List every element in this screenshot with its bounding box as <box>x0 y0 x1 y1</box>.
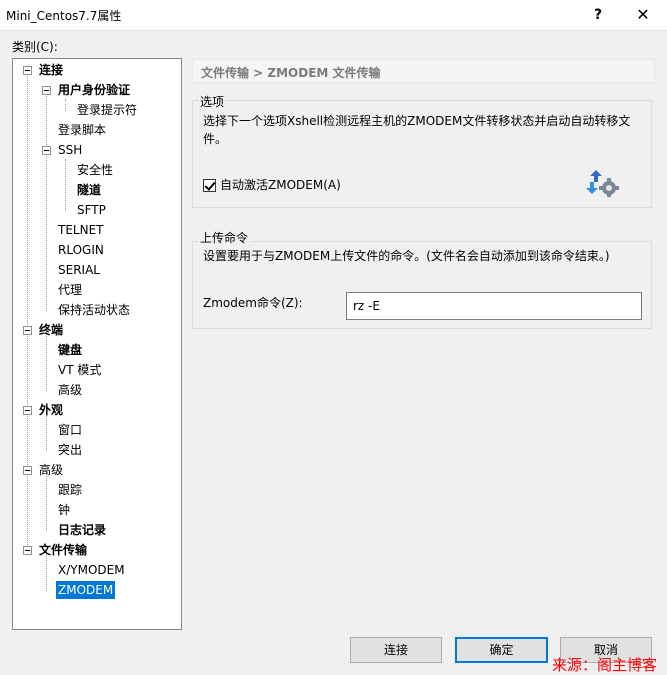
tree-connector <box>65 99 66 111</box>
tree-item-advanced[interactable]: 高级 <box>56 381 84 399</box>
tree-item-auth[interactable]: 用户身份验证 <box>56 81 132 99</box>
tree-connector <box>46 471 47 531</box>
tree-item-serial[interactable]: SERIAL <box>56 261 102 279</box>
tree-item-proxy[interactable]: 代理 <box>56 281 84 299</box>
collapse-icon[interactable] <box>42 86 51 95</box>
tree-item-telnet[interactable]: TELNET <box>56 221 106 239</box>
auto-activate-checkbox[interactable] <box>203 179 216 192</box>
tree-connector <box>65 159 66 211</box>
collapse-icon[interactable] <box>23 546 32 555</box>
tree-connector <box>27 71 28 549</box>
options-description-line1: 选择下一个选项Xshell检测远程主机的ZMODEM文件转移状态并启动自动转移文 <box>203 114 631 128</box>
tree-item-logging[interactable]: 日志记录 <box>56 521 108 539</box>
tree-connector <box>46 331 47 391</box>
category-tree[interactable]: 连接 用户身份验证 登录提示符 登录脚本 SSH 安全性 隧道 SFTP TEL… <box>12 58 182 630</box>
tree-item-login-script[interactable]: 登录脚本 <box>56 121 108 139</box>
close-button[interactable]: ✕ <box>620 0 666 30</box>
zmodem-transfer-icon <box>586 170 619 197</box>
zmodem-command-input[interactable]: rz -E <box>346 292 642 320</box>
collapse-icon[interactable] <box>23 66 32 75</box>
collapse-icon[interactable] <box>42 146 51 155</box>
tree-item-advanced-root[interactable]: 高级 <box>37 461 65 479</box>
options-group-title: 选项 <box>198 93 227 110</box>
page-header: 文件传输 > ZMODEM 文件传输 <box>192 59 655 83</box>
tree-item-login-prompt[interactable]: 登录提示符 <box>75 101 139 119</box>
upload-description: 设置要用于与ZMODEM上传文件的命令。(文件名会自动添加到该命令结束。) <box>203 249 610 263</box>
window-title: Mini_Centos7.7属性 <box>6 9 122 23</box>
tree-item-tunnel[interactable]: 隧道 <box>75 181 103 199</box>
tree-item-vt-mode[interactable]: VT 模式 <box>56 361 103 379</box>
tree-item-security[interactable]: 安全性 <box>75 161 115 179</box>
watermark-text: 来源：阁主博客 <box>552 656 658 674</box>
collapse-icon[interactable] <box>23 466 32 475</box>
tree-connector <box>46 91 47 311</box>
title-bar: Mini_Centos7.7属性 ? ✕ <box>0 0 667 31</box>
connect-button[interactable]: 连接 <box>350 637 442 663</box>
breadcrumb: 文件传输 > ZMODEM 文件传输 <box>201 66 381 80</box>
category-label: 类别(C): <box>12 40 58 54</box>
tree-item-bell[interactable]: 钟 <box>56 501 72 519</box>
tree-item-appearance[interactable]: 外观 <box>37 401 65 419</box>
zmodem-command-label: Zmodem命令(Z): <box>203 296 303 310</box>
ok-button[interactable]: 确定 <box>455 637 548 663</box>
help-button[interactable]: ? <box>575 0 621 30</box>
tree-item-sftp[interactable]: SFTP <box>75 201 108 219</box>
collapse-icon[interactable] <box>23 326 32 335</box>
upload-group-title: 上传命令 <box>198 229 251 246</box>
tree-item-highlight[interactable]: 突出 <box>56 441 84 459</box>
tree-item-rlogin[interactable]: RLOGIN <box>56 241 106 259</box>
tree-item-xymodem[interactable]: X/YMODEM <box>56 561 127 579</box>
tree-item-trace[interactable]: 跟踪 <box>56 481 84 499</box>
tree-item-terminal[interactable]: 终端 <box>37 321 65 339</box>
collapse-icon[interactable] <box>23 406 32 415</box>
options-description-line2: 件。 <box>203 132 228 146</box>
tree-item-keyboard[interactable]: 键盘 <box>56 341 84 359</box>
tree-item-connection[interactable]: 连接 <box>37 61 65 79</box>
tree-item-keepalive[interactable]: 保持活动状态 <box>56 301 132 319</box>
tree-item-window[interactable]: 窗口 <box>56 421 84 439</box>
auto-activate-label[interactable]: 自动激活ZMODEM(A) <box>220 176 341 195</box>
tree-item-file-transfer[interactable]: 文件传输 <box>37 541 89 559</box>
tree-item-zmodem[interactable]: ZMODEM <box>56 581 116 599</box>
tree-item-ssh[interactable]: SSH <box>56 141 84 159</box>
